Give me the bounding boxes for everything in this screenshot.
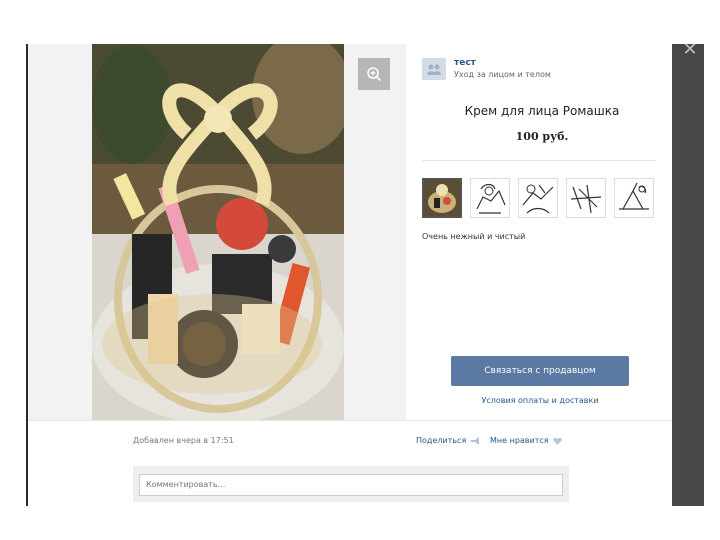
product-price: 100 руб. [515, 130, 569, 143]
thumbnail-sketch-1[interactable] [470, 178, 510, 218]
zoom-icon [367, 67, 382, 82]
share-button[interactable]: Поделиться [416, 436, 480, 445]
like-label: Мне нравится [490, 436, 549, 445]
share-label: Поделиться [416, 436, 467, 445]
payment-delivery-terms-link[interactable]: Условия оплаты и доставки [451, 396, 629, 405]
group-avatar-icon[interactable] [422, 58, 446, 80]
seller-category: Уход за лицом и телом [454, 70, 551, 79]
photo-area [28, 44, 406, 420]
heart-icon [552, 437, 562, 445]
close-icon[interactable]: ✕ [680, 40, 700, 60]
divider [422, 160, 656, 161]
comment-box [133, 466, 569, 502]
overlay-right[interactable] [672, 44, 704, 506]
product-photo[interactable] [92, 44, 344, 420]
megaphone-icon [471, 436, 480, 445]
thumbnail-basket[interactable] [422, 178, 462, 218]
product-description: Очень нежный и чистый [422, 232, 526, 241]
thumbnail-sketch-4[interactable] [614, 178, 654, 218]
zoom-button[interactable] [358, 58, 390, 90]
like-button[interactable]: Мне нравится [490, 436, 562, 445]
overlay-left-edge [0, 44, 28, 506]
footer-divider [28, 420, 672, 421]
seller-name-link[interactable]: тест [454, 58, 551, 69]
thumbnail-sketch-3[interactable] [566, 178, 606, 218]
contact-seller-button[interactable]: Связаться с продавцом [451, 356, 629, 386]
market-item-modal: тест Уход за лицом и телом Крем для лица… [28, 44, 672, 506]
seller-block: тест Уход за лицом и телом [422, 58, 551, 81]
comment-input[interactable] [139, 473, 563, 496]
thumbnail-strip [422, 178, 654, 218]
added-timestamp: Добавлен вчера в 17:51 [133, 436, 234, 445]
thumbnail-sketch-2[interactable] [518, 178, 558, 218]
product-title: Крем для лица Ромашка [464, 104, 620, 118]
